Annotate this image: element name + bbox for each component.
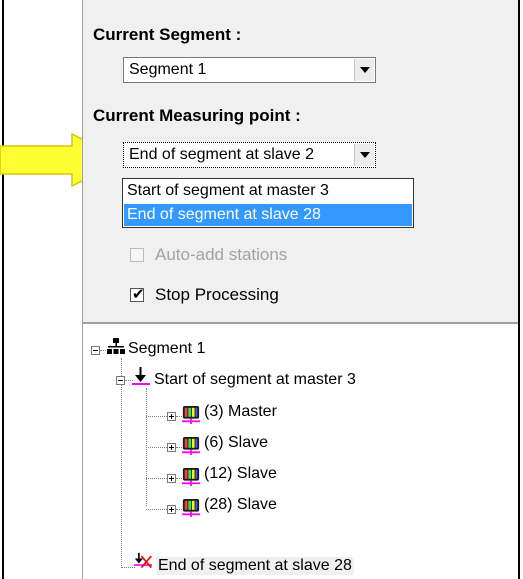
segment-tree-view: Segment 1 Start of segment at master 3 (…: [82, 322, 518, 579]
segment-combobox[interactable]: Segment 1: [123, 57, 376, 83]
measuring-point-dropdown-list: Start of segment at master 3 End of segm…: [122, 178, 414, 228]
ethercat-device-icon: [182, 468, 200, 486]
expand-toggle[interactable]: [167, 474, 176, 483]
end-marker-icon: [134, 552, 152, 569]
checkmark-icon: ✔: [132, 286, 145, 303]
ethercat-device-icon: [182, 499, 200, 517]
dropdown-option[interactable]: Start of segment at master 3: [124, 180, 412, 202]
tree-device-label: (28) Slave: [204, 496, 277, 513]
collapse-toggle[interactable]: [91, 346, 100, 355]
tree-node-start-of-segment[interactable]: Start of segment at master 3: [154, 371, 356, 389]
tree-root-segment[interactable]: Segment 1: [128, 340, 205, 358]
chevron-down-icon[interactable]: [354, 59, 374, 81]
ethercat-device-icon: [182, 437, 200, 455]
stop-processing-checkbox[interactable]: ✔: [130, 286, 145, 303]
tree-device-label: (6) Slave: [204, 434, 269, 451]
start-marker-icon: [132, 367, 150, 385]
tree-device-label: (3) Master: [204, 403, 277, 420]
collapse-toggle[interactable]: [116, 376, 125, 385]
dropdown-option-selected[interactable]: End of segment at slave 28: [124, 204, 412, 226]
ethercat-device-icon: [182, 406, 200, 424]
chevron-down-icon[interactable]: [354, 144, 374, 166]
measuring-point-combobox-value: End of segment at slave 2: [129, 146, 314, 163]
current-measuring-point-label: Current Measuring point :: [93, 106, 301, 125]
current-segment-label: Current Segment :: [93, 25, 242, 44]
settings-panel: Current Segment : Segment 1 Current Meas…: [82, 0, 518, 322]
segment-combobox-value: Segment 1: [129, 61, 207, 78]
auto-add-stations-checkbox[interactable]: [130, 248, 144, 262]
stop-processing-label: Stop Processing: [155, 285, 279, 304]
tree-device-label: (12) Slave: [204, 465, 277, 482]
expand-toggle[interactable]: [167, 505, 176, 514]
measuring-point-combobox[interactable]: End of segment at slave 2: [123, 142, 376, 168]
network-topology-icon: [107, 338, 125, 354]
tree-node-end-of-segment[interactable]: End of segment at slave 28: [156, 557, 354, 575]
expand-toggle[interactable]: [167, 412, 176, 421]
auto-add-stations-label: Auto-add stations: [155, 245, 288, 264]
expand-toggle[interactable]: [167, 443, 176, 452]
